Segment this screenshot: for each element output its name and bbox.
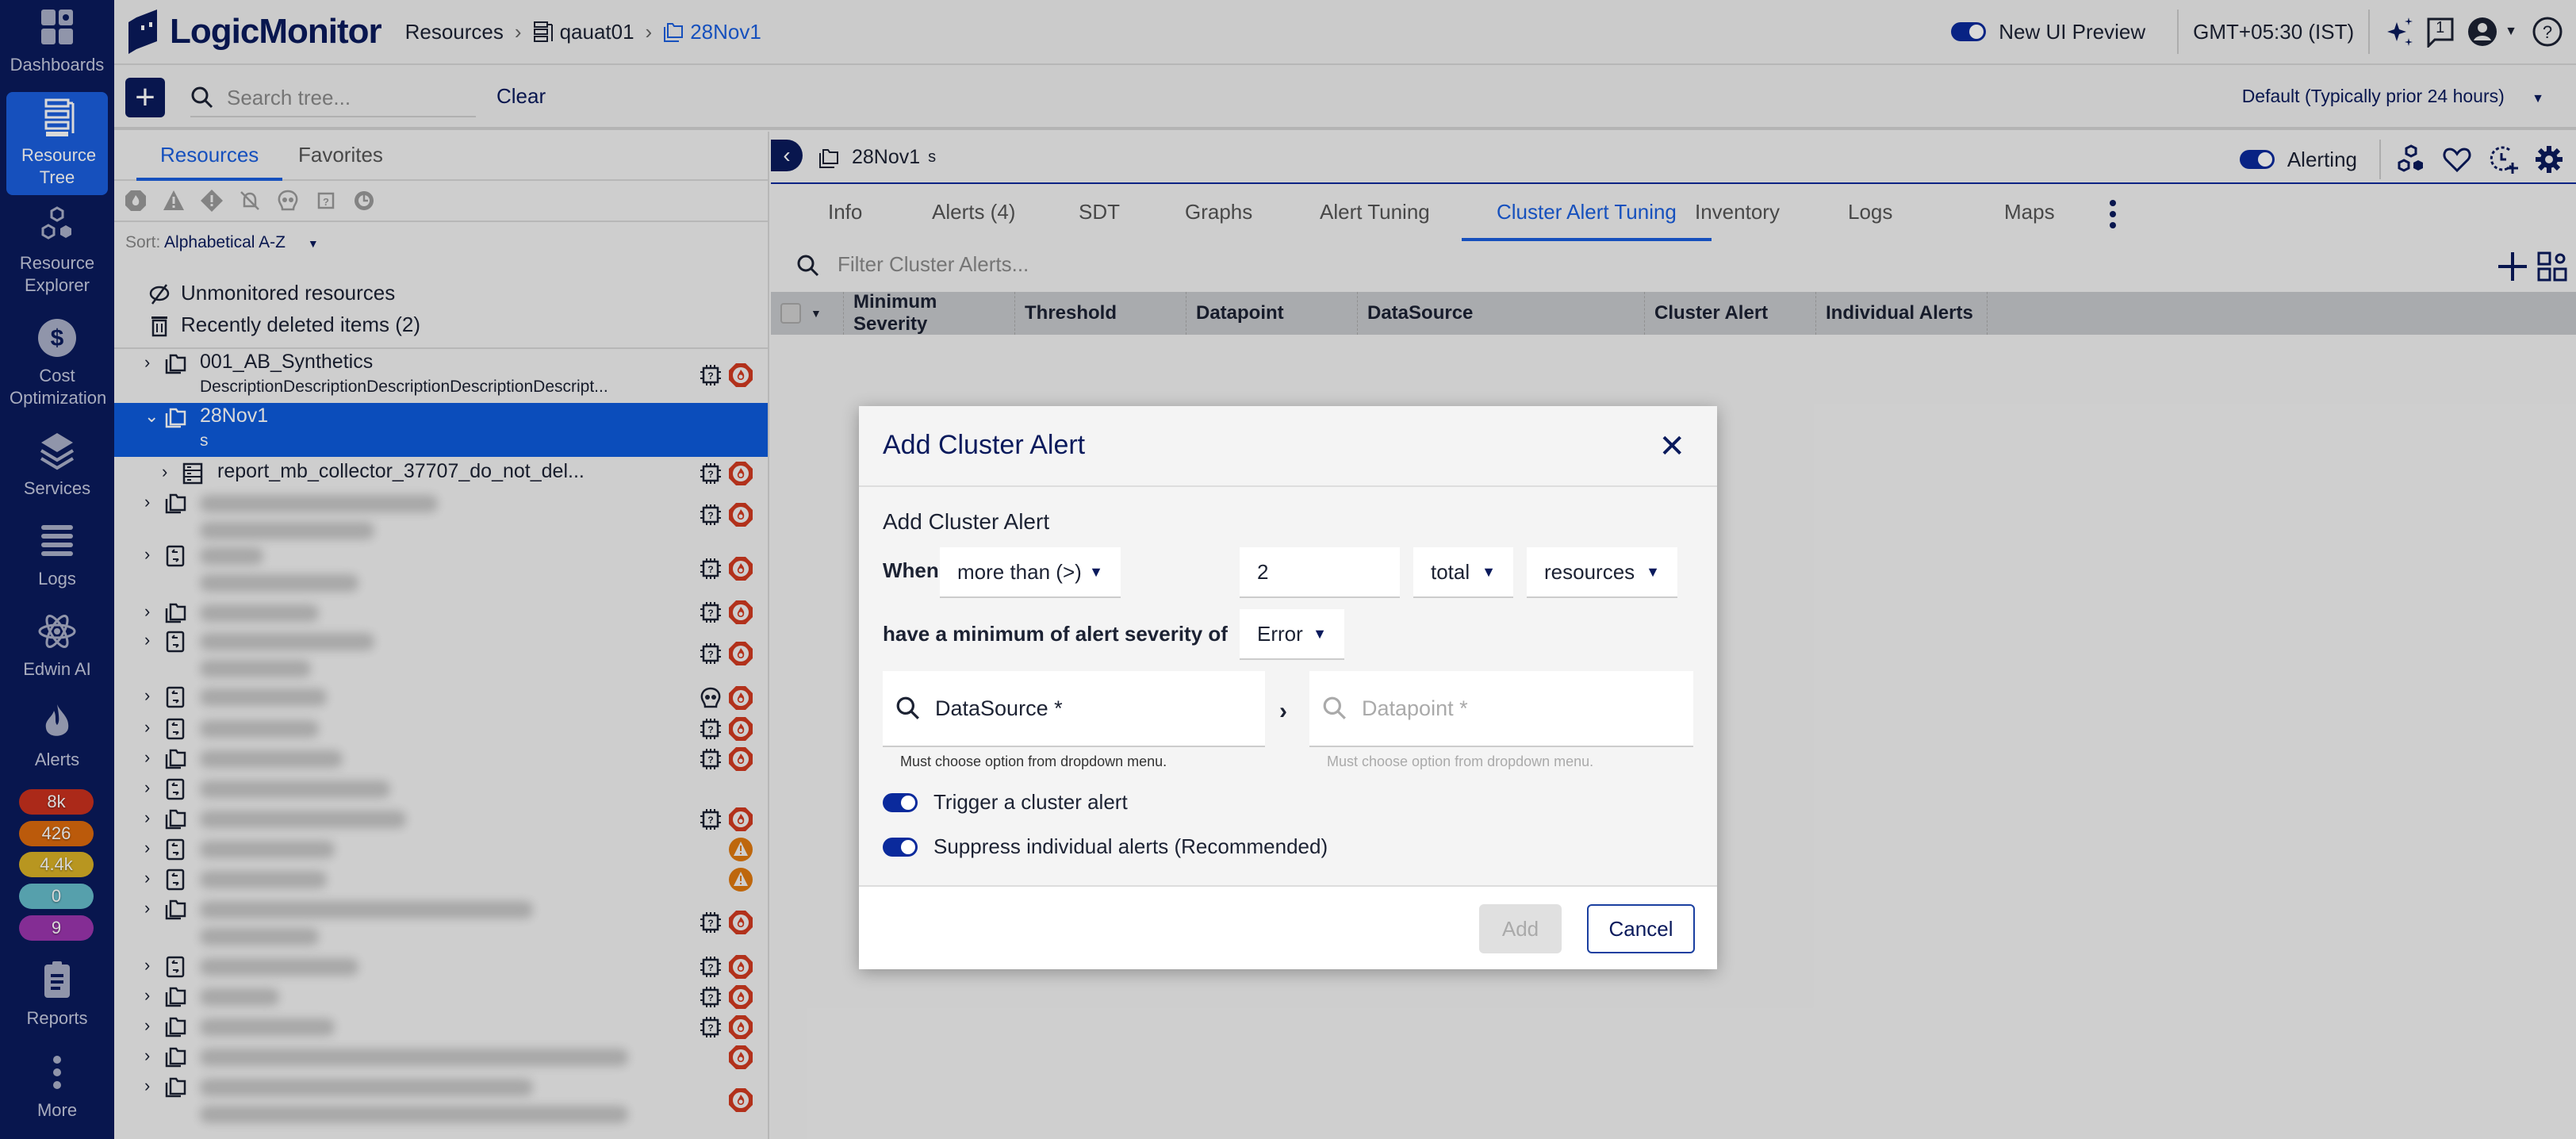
close-icon[interactable]: ✕ (1658, 428, 1685, 465)
dialog-footer: Add Cancel (859, 885, 1717, 969)
severity-select[interactable]: Error ▼ (1240, 609, 1344, 660)
dialog-title: Add Cluster Alert (883, 430, 1086, 460)
cancel-button[interactable]: Cancel (1587, 904, 1695, 953)
suppress-alerts-row: Suppress individual alerts (Recommended) (883, 834, 1328, 859)
chevron-down-icon: ▼ (1646, 563, 1660, 580)
count-value: 2 (1257, 559, 1269, 584)
suppress-individual-alerts-toggle[interactable] (883, 837, 918, 857)
severity-value: Error (1257, 621, 1303, 646)
target-value: resources (1544, 559, 1635, 584)
count-type-value: total (1431, 559, 1470, 584)
count-type-select[interactable]: total ▼ (1413, 547, 1513, 598)
chevron-right-icon: › (1279, 698, 1287, 724)
trigger-label: Trigger a cluster alert (933, 790, 1128, 814)
chevron-down-icon: ▼ (1089, 563, 1103, 580)
trigger-cluster-alert-toggle[interactable] (883, 792, 918, 812)
suppress-label: Suppress individual alerts (Recommended) (933, 834, 1328, 858)
chevron-down-icon: ▼ (1482, 563, 1496, 580)
search-icon (1323, 696, 1346, 719)
dialog-header: Add Cluster Alert ✕ (859, 406, 1717, 487)
chevron-down-icon: ▼ (1313, 625, 1327, 642)
trigger-cluster-alert-row: Trigger a cluster alert (883, 790, 1128, 815)
section-title: Add Cluster Alert (883, 509, 1050, 534)
count-input[interactable]: 2 (1240, 547, 1400, 598)
add-button[interactable]: Add (1479, 904, 1562, 953)
target-select[interactable]: resources ▼ (1527, 547, 1677, 598)
datasource-hint: Must choose option from dropdown menu. (900, 754, 1167, 769)
datapoint-hint: Must choose option from dropdown menu. (1327, 754, 1594, 769)
severity-label: have a minimum of alert severity of (883, 622, 1228, 646)
datasource-placeholder: DataSource * (935, 696, 1063, 720)
search-icon (896, 696, 919, 719)
comparison-select[interactable]: more than (>) ▼ (940, 547, 1121, 598)
datasource-search[interactable]: DataSource * (883, 671, 1265, 747)
add-cluster-alert-dialog: Add Cluster Alert ✕ Add Cluster Alert Wh… (859, 406, 1717, 969)
comparison-value: more than (>) (957, 559, 1082, 584)
when-label: When (883, 558, 939, 582)
datapoint-search[interactable]: Datapoint * (1309, 671, 1693, 747)
datapoint-placeholder: Datapoint * (1362, 696, 1468, 720)
